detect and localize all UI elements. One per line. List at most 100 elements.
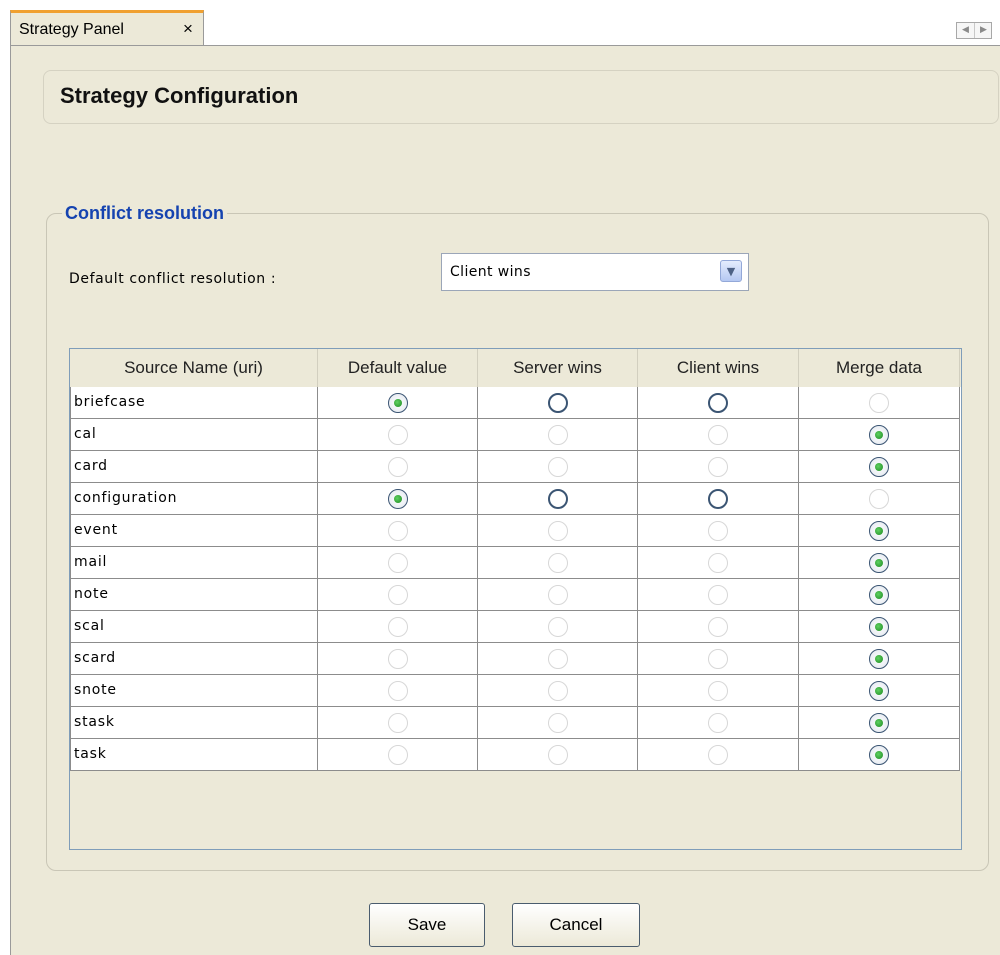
chevron-down-icon[interactable]: ▼ [720,260,742,282]
radio-button[interactable] [869,712,889,733]
radio-button [387,520,408,541]
tab-strategy-panel[interactable]: Strategy Panel × [10,10,204,46]
table-row: card [70,451,961,483]
column-header[interactable]: Server wins [478,349,638,387]
radio-button [708,616,728,637]
radio-button[interactable] [708,392,728,413]
source-name-cell: stask [70,707,318,739]
column-header[interactable]: Default value [318,349,478,387]
radio-button[interactable] [547,488,568,509]
radio-button[interactable] [869,552,889,573]
radio-cell [638,739,799,771]
radio-button [387,744,408,765]
radio-button [547,648,568,669]
radio-button [869,488,889,509]
radio-cell [638,451,799,483]
tab-bar: Strategy Panel × ◀ ▶ [0,0,1000,46]
radio-cell [799,739,960,771]
radio-cell [318,387,478,419]
tab-scroll-arrows: ◀ ▶ [956,22,992,39]
cancel-button[interactable]: Cancel [512,903,640,947]
section-title: Conflict resolution [62,203,227,224]
arrow-right-icon[interactable]: ▶ [975,23,992,38]
radio-button [547,712,568,733]
radio-button [708,456,728,477]
radio-button[interactable] [869,456,889,477]
default-resolution-value: Client wins [450,264,531,280]
radio-button [387,712,408,733]
close-icon[interactable]: × [183,19,193,39]
radio-cell [638,483,799,515]
radio-button [547,520,568,541]
radio-button [547,680,568,701]
radio-button[interactable] [869,520,889,541]
radio-button[interactable] [869,424,889,445]
radio-cell [638,547,799,579]
radio-button[interactable] [869,744,889,765]
radio-button[interactable] [387,488,408,509]
table-header: Source Name (uri) Default value Server win… [70,349,961,387]
radio-button [547,424,568,445]
source-name-cell: mail [70,547,318,579]
column-header[interactable]: Source Name (uri) [70,349,318,387]
radio-button[interactable] [708,488,728,509]
radio-button [708,648,728,669]
radio-button[interactable] [869,584,889,605]
radio-cell [799,483,960,515]
table-row: cal [70,419,961,451]
radio-cell [478,515,638,547]
radio-cell [799,451,960,483]
header-box: Strategy Configuration [43,70,999,124]
radio-cell [799,707,960,739]
table-row: scal [70,611,961,643]
source-name-cell: briefcase [70,387,318,419]
radio-button[interactable] [869,680,889,701]
radio-cell [318,707,478,739]
source-name-cell: scard [70,643,318,675]
source-name-cell: scal [70,611,318,643]
radio-cell [799,547,960,579]
radio-cell [638,643,799,675]
radio-cell [318,451,478,483]
source-name-cell: configuration [70,483,318,515]
radio-button [387,456,408,477]
radio-button[interactable] [869,648,889,669]
table-row: scard [70,643,961,675]
radio-button [547,584,568,605]
radio-cell [318,419,478,451]
source-name-cell: cal [70,419,318,451]
radio-button [708,680,728,701]
save-button[interactable]: Save [369,903,485,947]
radio-button [387,616,408,637]
table-row: mail [70,547,961,579]
radio-button [708,584,728,605]
radio-cell [478,707,638,739]
radio-cell [318,675,478,707]
radio-cell [799,611,960,643]
radio-cell [478,419,638,451]
radio-button[interactable] [869,616,889,637]
column-header[interactable]: Client wins [638,349,799,387]
radio-cell [478,483,638,515]
radio-cell [318,483,478,515]
radio-button[interactable] [547,392,568,413]
table-row: note [70,579,961,611]
radio-cell [478,451,638,483]
radio-button[interactable] [387,392,408,413]
radio-cell [799,515,960,547]
column-header[interactable]: Merge data [799,349,960,387]
radio-cell [478,579,638,611]
radio-button [708,744,728,765]
table-row: stask [70,707,961,739]
radio-button [547,456,568,477]
arrow-left-icon[interactable]: ◀ [957,23,975,38]
radio-cell [318,579,478,611]
radio-cell [638,707,799,739]
source-name-cell: note [70,579,318,611]
source-name-cell: snote [70,675,318,707]
default-resolution-select[interactable]: Client wins ▼ [441,253,749,291]
radio-button [387,584,408,605]
radio-cell [318,611,478,643]
radio-button [387,648,408,669]
radio-cell [799,675,960,707]
